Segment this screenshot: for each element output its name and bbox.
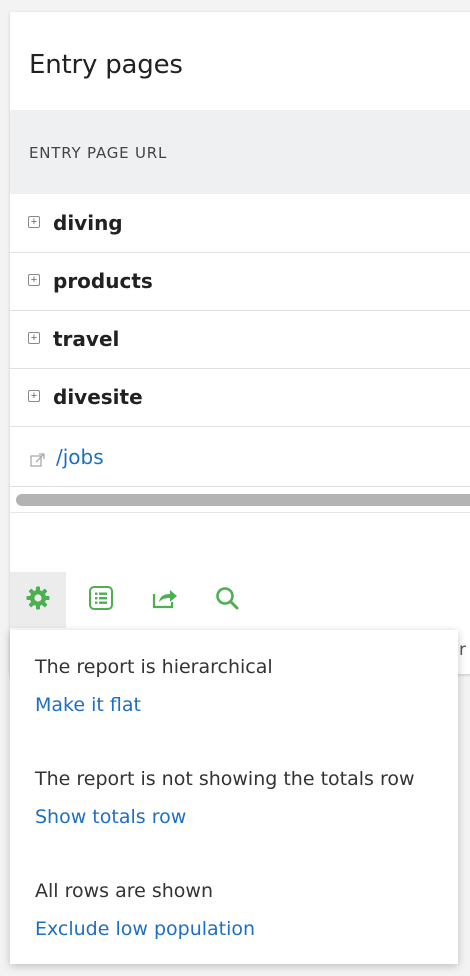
search-icon bbox=[216, 587, 239, 610]
rows-status-text: All rows are shown bbox=[35, 880, 214, 902]
row-label[interactable]: diving bbox=[53, 211, 123, 235]
totals-status-text: The report is not showing the totals row bbox=[35, 768, 415, 790]
expand-icon[interactable]: + bbox=[28, 332, 40, 344]
gear-icon bbox=[26, 586, 50, 610]
expand-icon[interactable]: + bbox=[28, 390, 40, 402]
export-icon bbox=[152, 590, 177, 609]
settings-popup: The report is hierarchical Make it flat … bbox=[10, 630, 458, 964]
row-label[interactable]: divesite bbox=[53, 385, 143, 409]
search-button[interactable] bbox=[199, 572, 255, 628]
exclude-low-population-link[interactable]: Exclude low population bbox=[35, 918, 255, 940]
external-link-icon[interactable] bbox=[30, 452, 46, 468]
report-card: Entry pages ENTRY PAGE URL + diving + pr… bbox=[10, 12, 470, 674]
row-link[interactable]: /jobs bbox=[56, 445, 104, 469]
column-header-entry-page-url[interactable]: ENTRY PAGE URL bbox=[29, 144, 167, 162]
clipped-text: r bbox=[459, 640, 466, 660]
report-toolbar bbox=[10, 572, 470, 628]
scrollbar-thumb[interactable] bbox=[16, 494, 470, 506]
table-row[interactable]: + diving bbox=[10, 194, 470, 253]
table-header: ENTRY PAGE URL bbox=[10, 110, 470, 194]
show-totals-link[interactable]: Show totals row bbox=[35, 806, 186, 828]
table-row[interactable]: + divesite bbox=[10, 368, 470, 427]
report-title: Entry pages bbox=[29, 50, 183, 80]
hierarchical-status-text: The report is hierarchical bbox=[35, 656, 273, 678]
make-flat-link[interactable]: Make it flat bbox=[35, 694, 141, 716]
expand-icon[interactable]: + bbox=[28, 216, 40, 228]
horizontal-scrollbar[interactable] bbox=[10, 488, 470, 513]
expand-icon[interactable]: + bbox=[28, 274, 40, 286]
table-row[interactable]: + products bbox=[10, 252, 470, 311]
table-row[interactable]: + travel bbox=[10, 310, 470, 369]
visualization-button[interactable] bbox=[73, 572, 129, 628]
row-label[interactable]: travel bbox=[53, 327, 119, 351]
export-button[interactable] bbox=[136, 572, 192, 628]
table-row[interactable]: /jobs bbox=[10, 426, 470, 487]
row-label[interactable]: products bbox=[53, 269, 153, 293]
list-icon bbox=[89, 586, 113, 610]
settings-button[interactable] bbox=[10, 572, 66, 628]
